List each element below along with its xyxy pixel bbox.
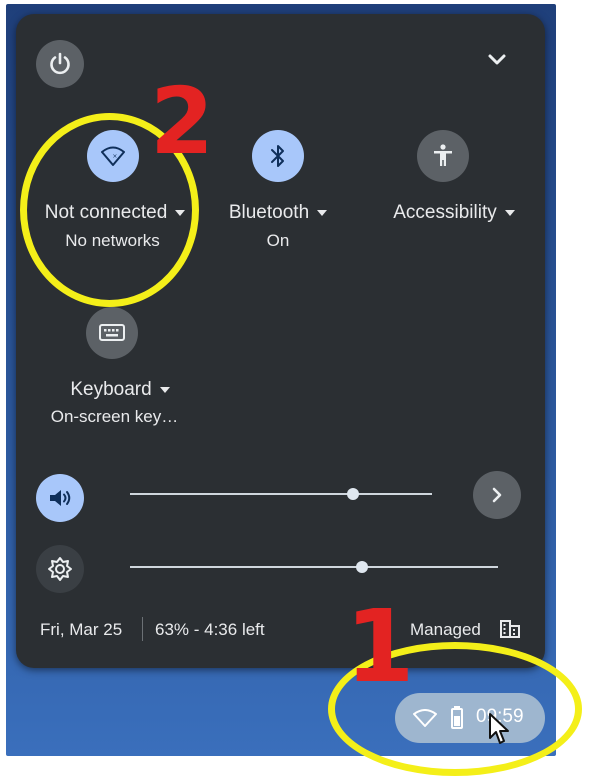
brightness-icon	[48, 557, 72, 581]
power-button[interactable]	[36, 40, 84, 88]
date-label[interactable]: Fri, Mar 25	[40, 620, 122, 640]
keyboard-label[interactable]: Keyboard	[50, 379, 190, 401]
volume-slider[interactable]	[130, 493, 432, 495]
dropdown-caret-icon	[317, 209, 328, 216]
annotation-number-one: 1	[345, 588, 415, 705]
accessibility-toggle[interactable]	[417, 130, 469, 182]
managed-building-icon	[500, 620, 520, 638]
keyboard-icon	[99, 324, 125, 341]
bluetooth-icon	[271, 145, 284, 167]
accessibility-icon	[434, 144, 452, 166]
bluetooth-status: On	[266, 231, 290, 250]
mute-toggle-button[interactable]	[36, 474, 84, 522]
audio-settings-button[interactable]	[473, 471, 521, 519]
brightness-slider-thumb[interactable]	[355, 561, 368, 573]
accessibility-label[interactable]: Accessibility	[385, 202, 523, 224]
status-divider	[142, 617, 143, 641]
chevron-down-icon[interactable]	[486, 49, 508, 71]
dropdown-caret-icon	[159, 386, 170, 393]
brightness-slider[interactable]	[130, 566, 498, 568]
battery-status[interactable]: 63% - 4:36 left	[155, 620, 265, 640]
power-icon	[50, 52, 70, 75]
bluetooth-label[interactable]: Bluetooth	[207, 202, 349, 224]
volume-icon	[50, 490, 71, 506]
managed-label[interactable]: Managed	[410, 620, 481, 640]
dropdown-caret-icon	[504, 209, 515, 216]
keyboard-toggle[interactable]	[86, 307, 138, 359]
chevron-right-icon	[492, 487, 502, 503]
brightness-button	[36, 545, 84, 593]
keyboard-status: On-screen key…	[50, 407, 179, 426]
annotation-number-two: 2	[150, 68, 215, 175]
bluetooth-toggle[interactable]	[252, 130, 304, 182]
